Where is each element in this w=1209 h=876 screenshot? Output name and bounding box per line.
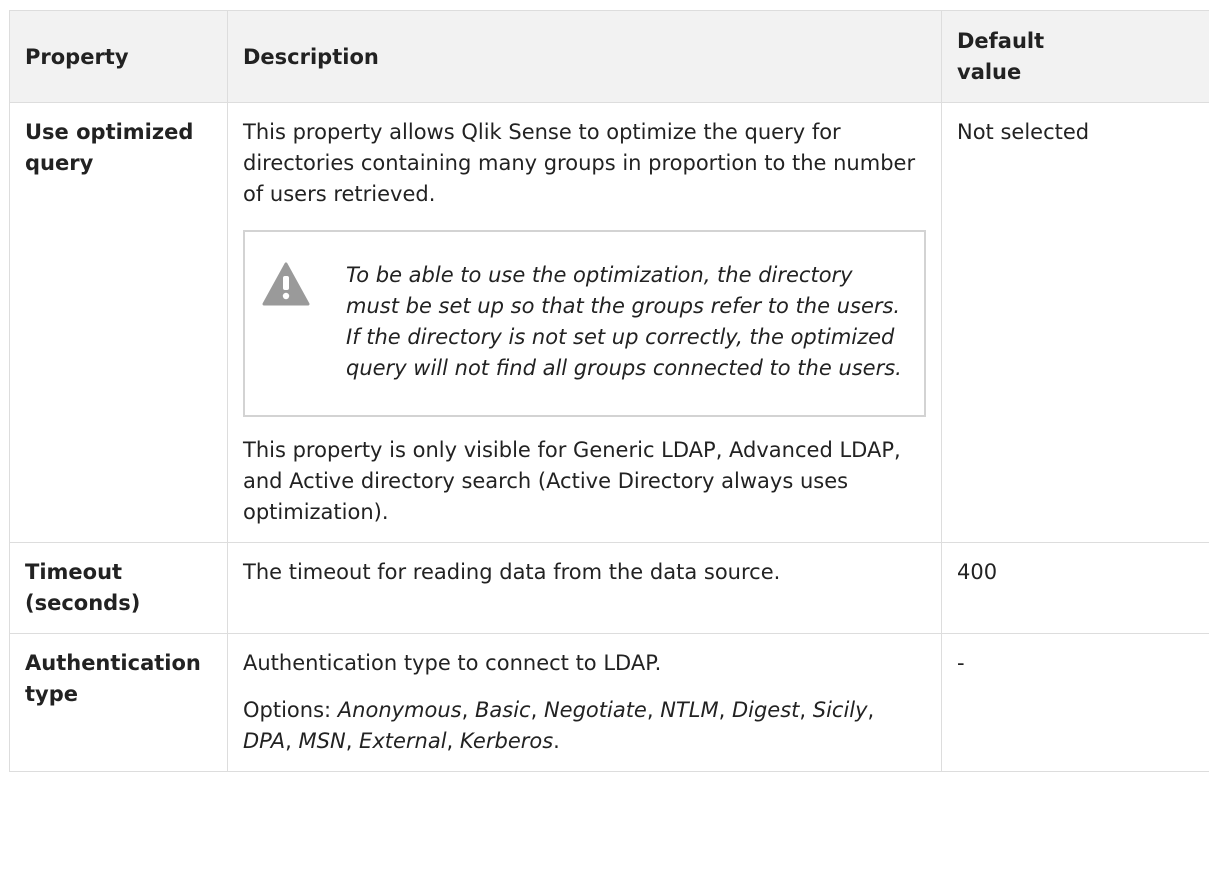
option-item: Basic <box>474 698 531 722</box>
properties-table: Property Description Default value Use o… <box>9 10 1209 772</box>
options-label: Options: <box>243 698 332 722</box>
option-item: NTLM <box>660 698 719 722</box>
warning-note: To be able to use the optimization, the … <box>243 230 926 417</box>
option-item: Negotiate <box>543 698 647 722</box>
description-cell: The timeout for reading data from the da… <box>227 542 942 634</box>
option-item: MSN <box>298 729 346 753</box>
option-item: Sicily <box>812 698 868 722</box>
options-list: Anonymous, Basic, Negotiate, NTLM, Diges… <box>243 698 875 753</box>
option-item: Digest <box>731 698 800 722</box>
table-row: Use optimized query This property allows… <box>9 102 1209 543</box>
property-cell: Timeout (seconds) <box>9 542 228 634</box>
warning-note-text: To be able to use the optimization, the … <box>346 263 902 380</box>
description-text: This property allows Qlik Sense to optim… <box>243 120 916 206</box>
default-value-cell: Not selected <box>941 102 1209 543</box>
property-cell: Authentication type <box>9 633 228 772</box>
property-cell: Use optimized query <box>9 102 228 543</box>
description-text: This property is only visible for Generi… <box>243 438 901 524</box>
default-value-cell: 400 <box>941 542 1209 634</box>
table-header-row: Property Description Default value <box>9 10 1209 103</box>
header-default-value: Default value <box>941 10 1209 103</box>
option-item: External <box>359 729 447 753</box>
header-default-value-text: Default value <box>957 29 1045 84</box>
description-cell: This property allows Qlik Sense to optim… <box>227 102 942 543</box>
option-item: Kerberos <box>459 729 554 753</box>
table-row: Authentication type Authentication type … <box>9 633 1209 772</box>
property-name: Timeout (seconds) <box>25 560 141 615</box>
property-name: Use optimized query <box>25 120 194 175</box>
option-item: Anonymous <box>337 698 462 722</box>
option-item: DPA <box>243 729 286 753</box>
header-property: Property <box>9 10 228 103</box>
options-text: Options: Anonymous, Basic, Negotiate, NT… <box>243 695 926 757</box>
description-text: Authentication type to connect to LDAP. <box>243 651 662 675</box>
description-cell: Authentication type to connect to LDAP. … <box>227 633 942 772</box>
warning-icon <box>262 262 310 306</box>
header-description: Description <box>227 10 942 103</box>
property-name: Authentication type <box>25 651 201 706</box>
default-value-cell: - <box>941 633 1209 772</box>
table-row: Timeout (seconds) The timeout for readin… <box>9 542 1209 634</box>
